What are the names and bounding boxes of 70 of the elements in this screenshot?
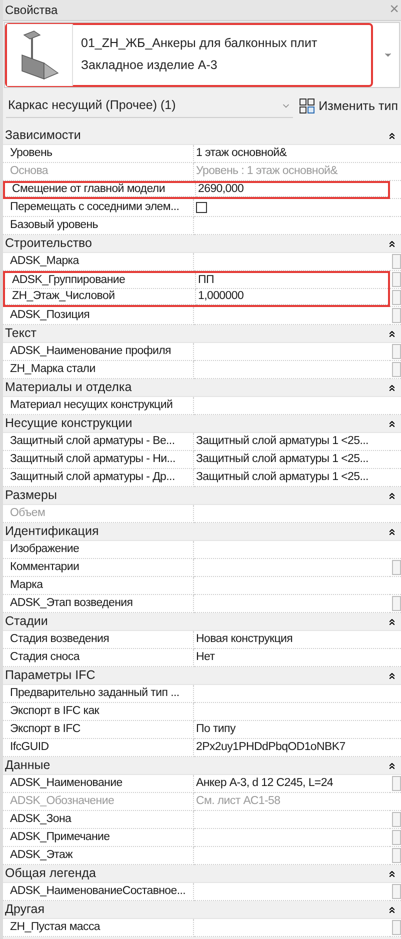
property-label: ADSK_Примечание — [10, 832, 110, 844]
property-label: ADSK_Наименование профиля — [10, 346, 171, 358]
property-label: Базовый уровень — [10, 220, 98, 232]
family-name: 01_ZH_ЖБ_Анкеры для балконных плит — [81, 35, 318, 52]
collapse-icon[interactable] — [387, 238, 397, 248]
property-label: ADSK_Группирование — [12, 274, 126, 286]
property-value[interactable]: Защитный слой арматуры 1 <25... — [196, 472, 368, 484]
property-label: ADSK_Марка — [10, 256, 79, 268]
property-value[interactable]: Защитный слой арматуры 1 <25... — [196, 436, 368, 448]
property-label: Изображение — [10, 544, 80, 556]
property-value[interactable]: По типу — [196, 724, 236, 736]
property-label: Уровень — [10, 148, 52, 160]
property-label: Перемещать с соседними элем... — [10, 202, 180, 214]
property-value[interactable]: Нет — [196, 652, 215, 664]
property-label: Смещение от главной модели — [12, 184, 165, 196]
property-label: ADSK_Обозначение — [10, 796, 114, 808]
section-header[interactable]: Размеры — [5, 486, 57, 505]
collapse-icon[interactable] — [387, 760, 397, 770]
property-label: ADSK_Этаж — [10, 850, 73, 862]
section-header[interactable]: Данные — [5, 756, 50, 775]
collapse-icon[interactable] — [387, 418, 397, 428]
section-header[interactable]: Другая — [5, 900, 45, 919]
property-label: Экспорт в IFC — [10, 724, 80, 736]
property-label: Экспорт в IFC как — [10, 706, 100, 718]
collapse-icon[interactable] — [387, 130, 397, 140]
checkbox[interactable] — [196, 202, 207, 213]
property-value[interactable]: Защитный слой арматуры 1 <25... — [196, 454, 368, 466]
property-label: Основа — [10, 166, 48, 178]
property-label: Защитный слой арматуры - Ни... — [10, 454, 176, 466]
property-value[interactable]: ПП — [198, 274, 214, 286]
property-label: ZH_Пустая масса — [10, 922, 100, 934]
property-value[interactable]: 2Px2uy1PHDdPbqOD1oNBK7 — [196, 742, 346, 754]
property-label: Защитный слой арматуры - Др... — [10, 472, 175, 484]
collapse-icon[interactable] — [387, 382, 397, 392]
property-label: Стадия возведения — [10, 634, 110, 646]
property-label: ADSK_Позиция — [10, 310, 90, 322]
property-label: ADSK_Этап возведения — [10, 598, 133, 610]
section-header[interactable]: Стадии — [5, 612, 48, 631]
collapse-icon[interactable] — [387, 670, 397, 680]
type-name: Закладное изделие А-3 — [81, 57, 218, 74]
edit-type-button[interactable]: Изменить тип — [298, 96, 398, 116]
property-label: ADSK_Наименование — [10, 778, 122, 790]
property-label: Стадия сноса — [10, 652, 80, 664]
category-dropdown[interactable]: Каркас несущий (Прочее) (1) — [6, 94, 293, 118]
property-label: IfcGUID — [10, 742, 49, 754]
property-label: ZH_Этаж_Числовой — [12, 290, 115, 302]
property-value[interactable]: Анкер А-3, d 12 С245, L=24 — [196, 778, 334, 790]
collapse-icon[interactable] — [387, 490, 397, 500]
property-value[interactable]: 1 этаж основной& — [196, 148, 287, 160]
property-value[interactable]: Новая конструкция — [196, 634, 293, 646]
property-label: ADSK_НаименованиеСоставное... — [10, 886, 186, 898]
property-value[interactable]: 2690,000 — [198, 184, 244, 196]
property-value[interactable]: 1,000000 — [198, 290, 244, 302]
collapse-icon[interactable] — [387, 868, 397, 878]
collapse-icon[interactable] — [387, 904, 397, 914]
property-label: Марка — [10, 580, 43, 592]
collapse-icon[interactable] — [387, 616, 397, 626]
property-label: Защитный слой арматуры - Ве... — [10, 436, 175, 448]
property-label: Предварительно заданный тип ... — [10, 688, 180, 700]
collapse-icon[interactable] — [387, 328, 397, 338]
collapse-icon[interactable] — [387, 526, 397, 536]
edit-type-icon — [298, 98, 315, 114]
property-label: Материал несущих конструкций — [10, 400, 173, 412]
embedded-part-icon — [20, 28, 60, 80]
property-label: ZH_Марка стали — [10, 364, 96, 376]
property-label: Объем — [10, 508, 46, 520]
property-label: Комментарии — [10, 562, 80, 574]
section-header[interactable]: Текст — [5, 324, 36, 343]
property-label: ADSK_Зона — [10, 814, 72, 826]
panel-title: Свойства — [5, 2, 58, 19]
